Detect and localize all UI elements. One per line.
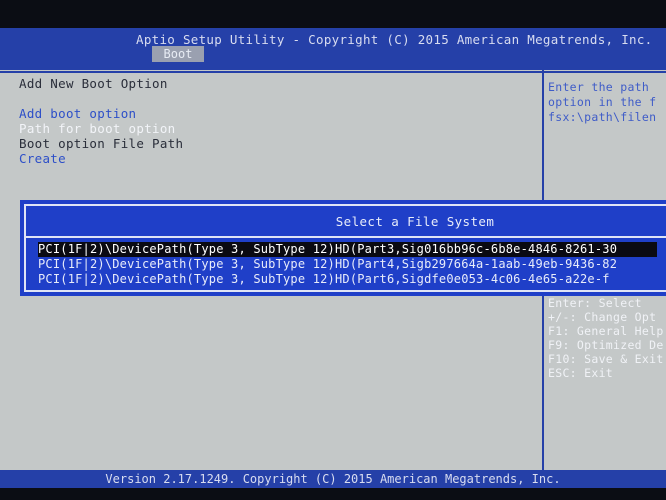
help-panel: Enter the path option in the f fsx:\path… (548, 80, 666, 164)
file-system-item[interactable]: PCI(1F|2)\DevicePath(Type 3, SubType 12)… (38, 257, 657, 272)
menu-item-create[interactable]: Create (19, 151, 66, 166)
header-bar: Aptio Setup Utility - Copyright (C) 2015… (0, 28, 666, 70)
help-line: option in the f (548, 95, 657, 109)
app-title: Aptio Setup Utility - Copyright (C) 2015… (136, 32, 653, 47)
key-change-option: +/-: Change Opt (548, 310, 657, 324)
key-general-help: F1: General Help (548, 324, 664, 338)
file-system-item[interactable]: PCI(1F|2)\DevicePath(Type 3, SubType 12)… (38, 242, 658, 257)
menu-item-boot-option-file-path[interactable]: Boot option File Path (19, 136, 183, 151)
section-heading: Add New Boot Option (19, 76, 168, 91)
dialog-title-divider (26, 236, 666, 238)
key-enter-select: Enter: Select (548, 296, 642, 310)
key-save-exit: F10: Save & Exit (548, 352, 664, 366)
dialog-frame: Select a File System PCI(1F|2)\DevicePat… (24, 204, 666, 292)
bios-screen: Aptio Setup Utility - Copyright (C) 2015… (0, 28, 666, 488)
help-line: Enter the path (548, 80, 650, 94)
help-line: fsx:\path\filen (548, 110, 657, 124)
menu-item-path-for-boot-option[interactable]: Path for boot option (19, 121, 176, 136)
key-legend: Enter: Select +/-: Change Opt F1: Genera… (548, 296, 666, 396)
key-exit: ESC: Exit (548, 366, 614, 380)
select-file-system-dialog: Select a File System PCI(1F|2)\DevicePat… (20, 200, 666, 296)
file-system-item[interactable]: PCI(1F|2)\DevicePath(Type 3, SubType 12)… (38, 272, 650, 287)
dialog-title: Select a File System (335, 214, 495, 229)
key-optimized-defaults: F9: Optimized De (548, 338, 664, 352)
footer-bar: Version 2.17.1249. Copyright (C) 2015 Am… (0, 470, 666, 488)
tab-boot[interactable]: Boot (152, 46, 204, 62)
menu-item-add-boot-option[interactable]: Add boot option (19, 106, 136, 121)
